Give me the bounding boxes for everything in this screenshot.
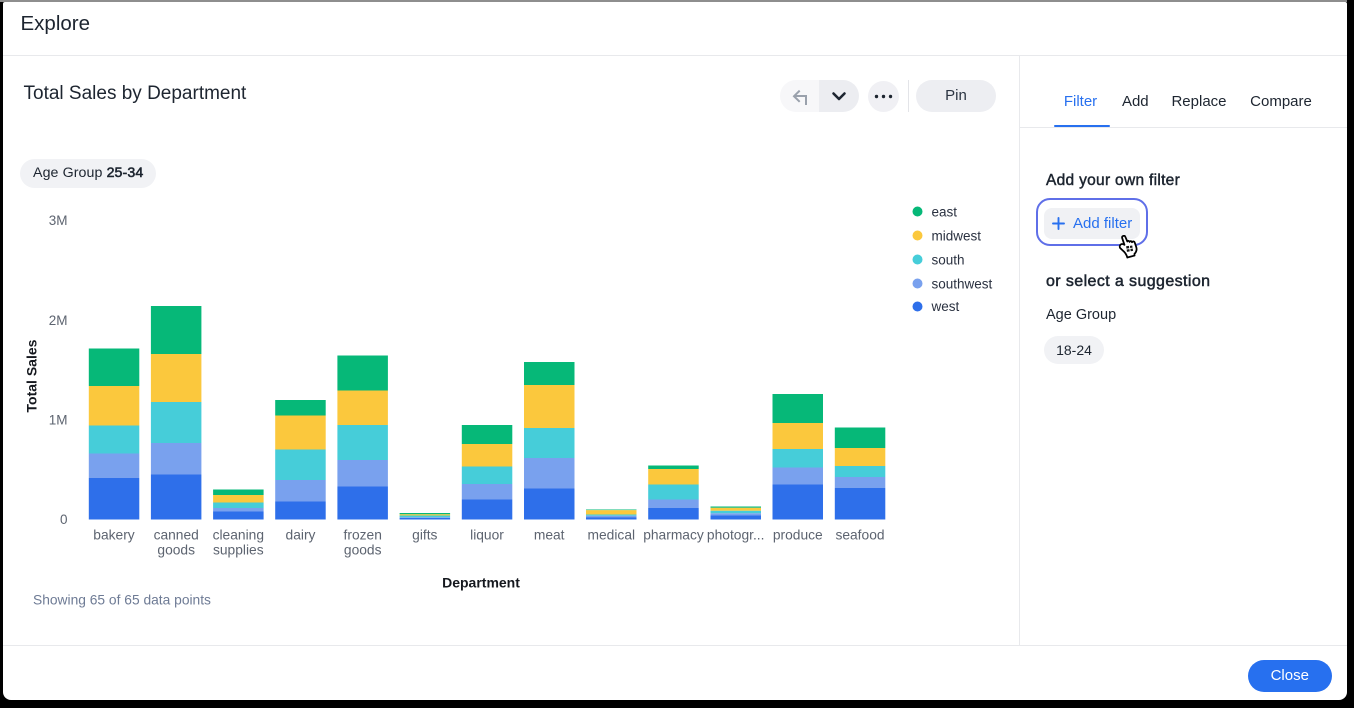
svg-text:Showing 65 of 65 data points: Showing 65 of 65 data points [33, 593, 211, 608]
svg-text:bakery: bakery [93, 528, 135, 543]
svg-text:goods: goods [157, 543, 195, 558]
svg-text:3M: 3M [49, 213, 68, 228]
svg-text:medical: medical [588, 528, 636, 543]
svg-text:seafood: seafood [835, 528, 884, 543]
svg-text:west: west [931, 299, 960, 314]
svg-text:canned: canned [154, 528, 199, 543]
svg-text:0: 0 [60, 512, 68, 527]
svg-text:supplies: supplies [213, 543, 264, 558]
svg-text:1M: 1M [49, 413, 68, 428]
svg-text:produce: produce [773, 528, 823, 543]
svg-text:south: south [932, 252, 965, 267]
svg-text:cleaning: cleaning [213, 528, 264, 543]
svg-text:southwest: southwest [932, 276, 993, 291]
svg-text:frozen: frozen [344, 528, 382, 543]
svg-text:photogr...: photogr... [707, 528, 765, 543]
svg-text:Department: Department [442, 575, 520, 591]
svg-text:Total Sales: Total Sales [24, 339, 40, 412]
svg-text:meat: meat [534, 528, 565, 543]
svg-text:2M: 2M [49, 313, 68, 328]
svg-text:midwest: midwest [932, 228, 982, 243]
svg-text:liquor: liquor [470, 528, 504, 543]
svg-text:pharmacy: pharmacy [643, 528, 704, 543]
svg-text:gifts: gifts [412, 528, 437, 543]
svg-text:dairy: dairy [286, 528, 316, 543]
svg-text:goods: goods [344, 543, 382, 558]
svg-text:east: east [932, 204, 958, 219]
